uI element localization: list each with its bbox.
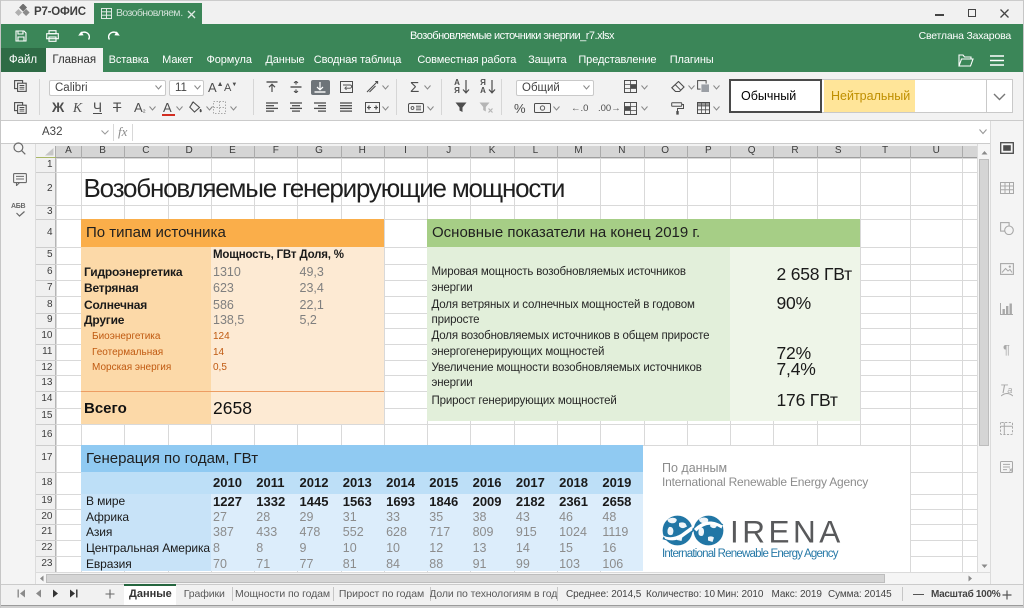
svg-text:IRENA: IRENA — [730, 514, 841, 548]
